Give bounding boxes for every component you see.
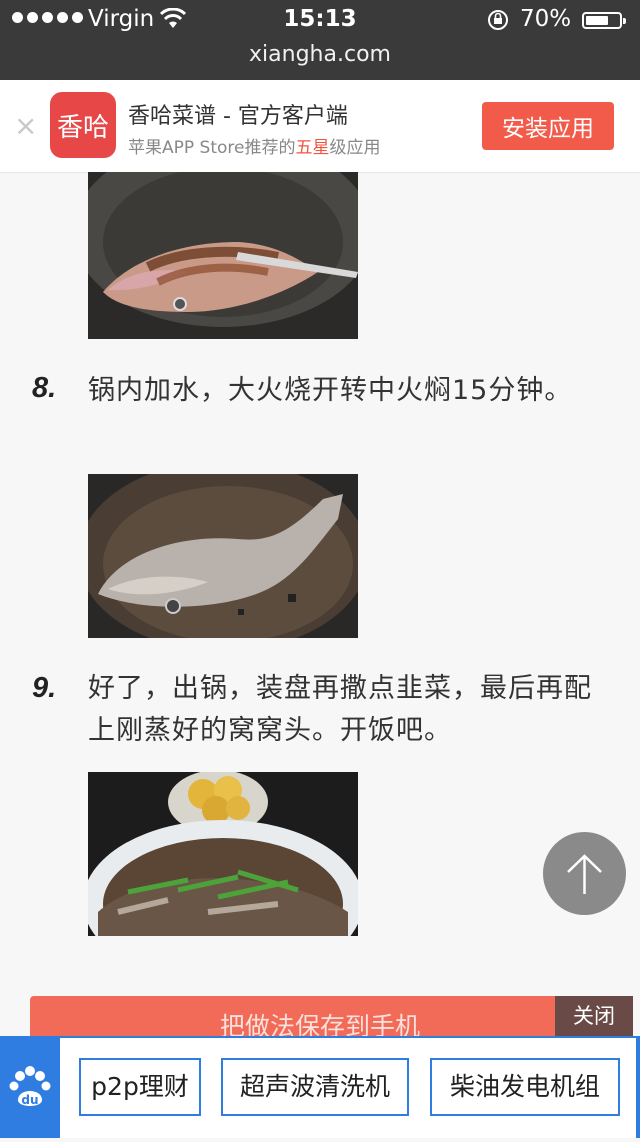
save-recipe-button[interactable]: 把做法保存到手机 xyxy=(30,996,610,1040)
ad-keyword[interactable]: 柴油发电机组 xyxy=(430,1058,620,1116)
top-bar: Virgin 15:13 70% xiangha.com xyxy=(0,0,640,80)
ad-keyword[interactable]: p2p理财 xyxy=(79,1058,201,1116)
battery-percent: 70% xyxy=(520,6,572,32)
baidu-logo-text: du xyxy=(21,1093,38,1107)
step-7-photo xyxy=(88,172,358,339)
battery-fill xyxy=(586,16,608,25)
app-subtitle-highlight: 五星 xyxy=(295,138,330,158)
step-8-photo xyxy=(88,474,358,638)
close-ad-button[interactable]: 关闭 xyxy=(555,996,633,1036)
url-bar[interactable]: xiangha.com xyxy=(0,42,640,67)
install-app-button[interactable]: 安装应用 xyxy=(482,102,614,150)
step-9-text: 好了，出锅，装盘再撒点韭菜，最后再配上刚蒸好的窝窝头。开饭吧。 xyxy=(88,673,592,746)
status-bar: Virgin 15:13 70% xyxy=(0,0,640,40)
app-title: 香哈菜谱 - 官方客户端 xyxy=(128,104,348,129)
app-logo[interactable]: 香哈 xyxy=(50,92,116,158)
battery-icon xyxy=(582,12,626,29)
step-9-number: 9. xyxy=(32,672,57,704)
ad-bar: du p2p理财 超声波清洗机 柴油发电机组 xyxy=(0,1036,640,1138)
arrow-up-icon xyxy=(567,854,602,894)
step-9-photo xyxy=(88,772,358,936)
rotation-lock-icon xyxy=(486,8,510,36)
app-subtitle-post: 级应用 xyxy=(329,138,381,158)
app-subtitle-pre: 苹果APP Store推荐的 xyxy=(128,138,296,158)
close-icon[interactable]: × xyxy=(14,108,37,144)
app-subtitle: 苹果APP Store推荐的五星级应用 xyxy=(128,133,380,158)
ad-bar-edge xyxy=(636,1038,640,1138)
step-8-text: 锅内加水，大火烧开转中火焖15分钟。 xyxy=(88,375,573,406)
step-8-number: 8. xyxy=(32,372,57,404)
ad-keyword[interactable]: 超声波清洗机 xyxy=(221,1058,409,1116)
back-to-top-button[interactable] xyxy=(543,832,626,915)
app-download-banner: × 香哈 香哈菜谱 - 官方客户端 苹果APP Store推荐的五星级应用 安装… xyxy=(0,80,640,173)
baidu-paw-logo[interactable]: du xyxy=(0,1038,60,1138)
